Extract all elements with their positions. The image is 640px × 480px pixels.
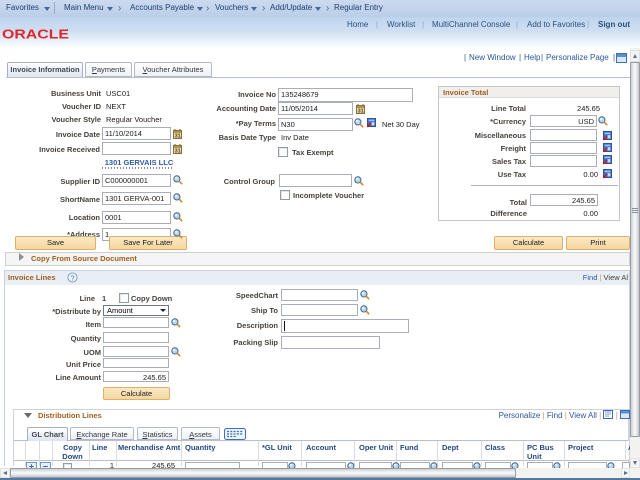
svg-text:31: 31 (175, 134, 181, 139)
svg-text:31: 31 (175, 149, 181, 154)
svg-text:?: ? (70, 273, 74, 282)
svg-text:31: 31 (358, 109, 364, 114)
